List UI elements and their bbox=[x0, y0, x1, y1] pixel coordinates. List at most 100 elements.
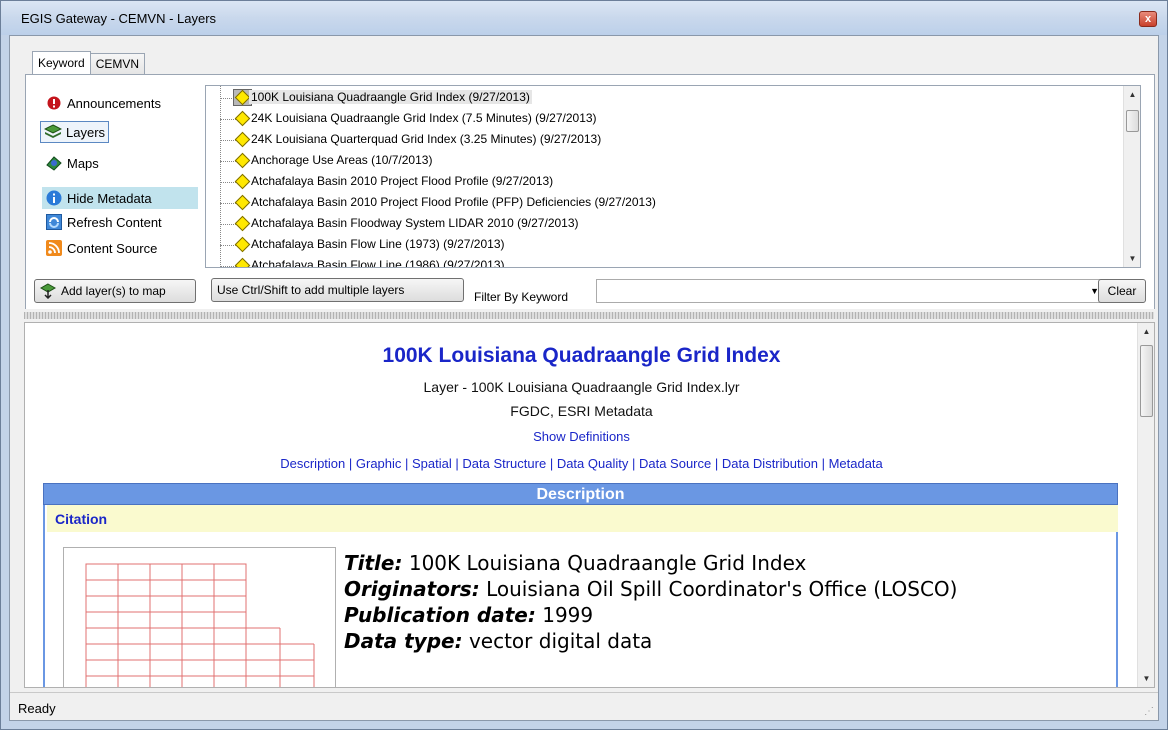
show-definitions-link[interactable]: Show Definitions bbox=[25, 429, 1138, 444]
citation-title-label: Title: bbox=[344, 551, 403, 575]
section-link-data-quality[interactable]: Data Quality bbox=[557, 456, 629, 471]
layer-list-item[interactable]: 24K Louisiana Quarterquad Grid Index (3.… bbox=[206, 131, 1124, 149]
scroll-thumb[interactable] bbox=[1140, 345, 1153, 417]
citation-pubdate: Publication date: 1999 bbox=[344, 603, 593, 627]
layer-list-item[interactable]: 24K Louisiana Quadraangle Grid Index (7.… bbox=[206, 110, 1124, 128]
ctrl-shift-hint-label: Use Ctrl/Shift to add multiple layers bbox=[217, 283, 405, 297]
section-link-description[interactable]: Description bbox=[280, 456, 345, 471]
citation-originators: Originators: Louisiana Oil Spill Coordin… bbox=[344, 577, 957, 601]
filter-label: Filter By Keyword bbox=[474, 290, 569, 304]
nav-announcements[interactable]: Announcements bbox=[42, 92, 164, 114]
layer-list-item-label: 100K Louisiana Quadraangle Grid Index (9… bbox=[249, 90, 532, 104]
tree-connector bbox=[220, 224, 236, 225]
metadata-layer-file: Layer - 100K Louisiana Quadraangle Grid … bbox=[423, 379, 740, 395]
layer-graphic-thumbnail bbox=[63, 547, 336, 687]
section-link-metadata[interactable]: Metadata bbox=[829, 456, 883, 471]
citation-title-value: 100K Louisiana Quadraangle Grid Index bbox=[408, 551, 807, 575]
nav-hide-metadata[interactable]: Hide Metadata bbox=[42, 187, 198, 209]
info-icon bbox=[45, 189, 63, 207]
clear-label: Clear bbox=[1107, 284, 1137, 298]
layer-list-item[interactable]: Atchafalaya Basin Flow Line (1986) (9/27… bbox=[206, 257, 1124, 268]
nav-announcements-label: Announcements bbox=[67, 95, 161, 111]
layer-tree[interactable]: 100K Louisiana Quadraangle Grid Index (9… bbox=[205, 85, 1141, 268]
citation-pubdate-value: 1999 bbox=[542, 603, 594, 627]
nav-refresh-content-label: Refresh Content bbox=[67, 214, 162, 230]
metadata-pane: 100K Louisiana Quadraangle Grid Index La… bbox=[24, 322, 1155, 688]
tab-cemvn[interactable]: CEMVN bbox=[89, 53, 146, 74]
metadata-types: FGDC, ESRI Metadata bbox=[510, 403, 653, 419]
layer-tree-scrollbar[interactable]: ▲ ▼ bbox=[1123, 86, 1140, 267]
nav-hide-metadata-label: Hide Metadata bbox=[67, 190, 152, 206]
nav-refresh-content[interactable]: Refresh Content bbox=[42, 211, 165, 233]
nav-maps[interactable]: Maps bbox=[42, 152, 102, 174]
status-bar: Ready ⋰ bbox=[10, 692, 1158, 720]
layer-list-item[interactable]: Anchorage Use Areas (10/7/2013) bbox=[206, 152, 1124, 170]
layer-diamond-icon bbox=[234, 131, 251, 148]
citation-pubdate-label: Publication date: bbox=[344, 603, 536, 627]
nav-maps-label: Maps bbox=[67, 155, 99, 171]
scroll-down-icon[interactable]: ▼ bbox=[1138, 670, 1154, 687]
alert-icon bbox=[45, 94, 63, 112]
rss-icon bbox=[45, 239, 63, 257]
layer-list-item[interactable]: 100K Louisiana Quadraangle Grid Index (9… bbox=[206, 89, 1124, 107]
tree-connector bbox=[220, 161, 236, 162]
scroll-up-icon[interactable]: ▲ bbox=[1124, 86, 1140, 103]
scroll-down-icon[interactable]: ▼ bbox=[1124, 250, 1140, 267]
scroll-up-icon[interactable]: ▲ bbox=[1138, 323, 1154, 340]
layer-diamond-icon bbox=[234, 152, 251, 169]
layer-diamond-icon bbox=[234, 215, 251, 232]
title-bar[interactable]: EGIS Gateway - CEMVN - Layers x bbox=[1, 1, 1167, 35]
layer-list-item[interactable]: Atchafalaya Basin 2010 Project Flood Pro… bbox=[206, 194, 1124, 212]
ctrl-shift-hint-button[interactable]: Use Ctrl/Shift to add multiple layers bbox=[211, 278, 464, 302]
layer-list-item-label: 24K Louisiana Quarterquad Grid Index (3.… bbox=[251, 132, 602, 146]
tree-connector bbox=[220, 203, 236, 204]
section-link-data-source[interactable]: Data Source bbox=[639, 456, 711, 471]
app-window: EGIS Gateway - CEMVN - Layers x Keyword … bbox=[0, 0, 1168, 730]
layers-icon bbox=[44, 123, 62, 141]
section-link-data-distribution[interactable]: Data Distribution bbox=[722, 456, 818, 471]
status-text: Ready bbox=[18, 701, 56, 716]
citation-datatype-value: vector digital data bbox=[468, 629, 653, 653]
citation-originators-label: Originators: bbox=[344, 577, 480, 601]
layer-list-item-label: Atchafalaya Basin Flow Line (1986) (9/27… bbox=[251, 258, 505, 268]
clear-button[interactable]: Clear bbox=[1098, 279, 1146, 303]
add-layer-icon bbox=[40, 283, 56, 299]
citation-datatype-label: Data type: bbox=[344, 629, 463, 653]
layer-diamond-icon bbox=[234, 173, 251, 190]
layer-list-item-label: 24K Louisiana Quadraangle Grid Index (7.… bbox=[251, 111, 597, 125]
nav-content-source[interactable]: Content Source bbox=[42, 237, 160, 259]
add-layers-button[interactable]: Add layer(s) to map bbox=[34, 279, 196, 303]
layer-list-item-label: Atchafalaya Basin 2010 Project Flood Pro… bbox=[251, 195, 656, 209]
tree-connector bbox=[220, 182, 236, 183]
section-link-spatial[interactable]: Spatial bbox=[412, 456, 452, 471]
layer-list-item[interactable]: Atchafalaya Basin Floodway System LIDAR … bbox=[206, 215, 1124, 233]
section-links: Description | Graphic | Spatial | Data S… bbox=[280, 456, 883, 471]
layer-list-item-label: Atchafalaya Basin 2010 Project Flood Pro… bbox=[251, 174, 554, 188]
metadata-scrollbar[interactable]: ▲ ▼ bbox=[1137, 323, 1154, 687]
client-area: Keyword CEMVN Announcements Layers Maps … bbox=[9, 35, 1159, 721]
layer-list-item-label: Anchorage Use Areas (10/7/2013) bbox=[251, 153, 433, 167]
metadata-title: 100K Louisiana Quadraangle Grid Index bbox=[382, 344, 781, 367]
tree-connector bbox=[220, 140, 236, 141]
nav-content-source-label: Content Source bbox=[67, 240, 158, 256]
tree-connector bbox=[220, 266, 236, 267]
nav-layers[interactable]: Layers bbox=[40, 121, 110, 143]
section-link-data-structure[interactable]: Data Structure bbox=[462, 456, 546, 471]
scroll-thumb[interactable] bbox=[1126, 110, 1139, 132]
tab-keyword[interactable]: Keyword bbox=[32, 51, 91, 74]
citation-datatype: Data type: vector digital data bbox=[344, 629, 652, 653]
filter-keyword-input[interactable]: ▼ bbox=[596, 279, 1104, 303]
nav-layers-label: Layers bbox=[66, 124, 106, 140]
tree-connector bbox=[220, 119, 236, 120]
layer-list-item[interactable]: Atchafalaya Basin Flow Line (1973) (9/27… bbox=[206, 236, 1124, 254]
section-link-graphic[interactable]: Graphic bbox=[356, 456, 402, 471]
description-header: Description bbox=[43, 483, 1118, 505]
layer-list-item[interactable]: Atchafalaya Basin 2010 Project Flood Pro… bbox=[206, 173, 1124, 191]
close-button[interactable]: x bbox=[1139, 11, 1157, 27]
pane-splitter[interactable] bbox=[24, 312, 1154, 319]
close-icon: x bbox=[1144, 13, 1152, 25]
resize-grip-icon[interactable]: ⋰ bbox=[1144, 706, 1154, 717]
citation-title: Title: 100K Louisiana Quadraangle Grid I… bbox=[344, 551, 806, 575]
window-title: EGIS Gateway - CEMVN - Layers bbox=[21, 11, 217, 26]
tree-connector bbox=[220, 245, 236, 246]
